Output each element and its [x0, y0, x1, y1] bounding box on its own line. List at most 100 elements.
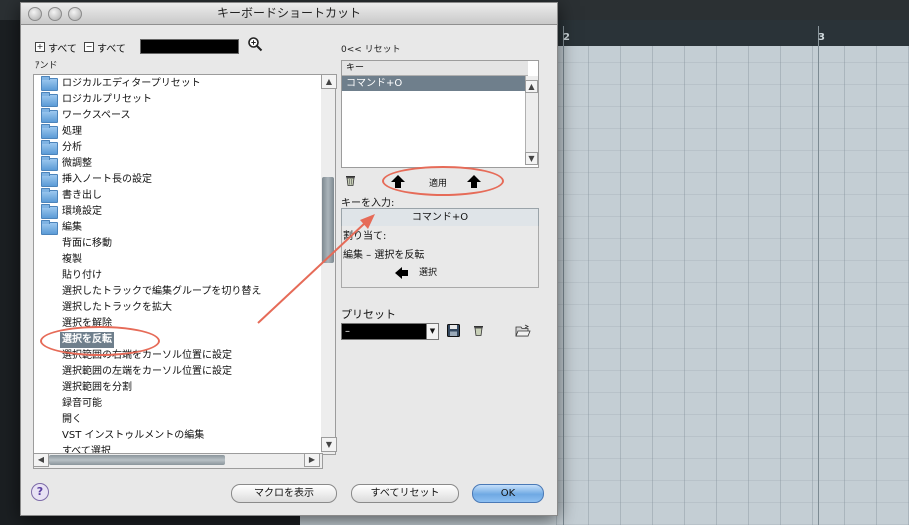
- command-label: 処理: [62, 126, 82, 137]
- key-list-header: キー: [342, 61, 528, 76]
- command-label: 選択したトラックで編集グループを切り替え: [62, 286, 262, 297]
- folder-icon: [41, 204, 58, 219]
- preset-label: プリセット: [341, 308, 396, 321]
- command-tree[interactable]: ロジカルエディタープリセットロジカルプリセット ワークスペース 処理分析微調整挿入ノ…: [33, 74, 323, 469]
- preset-dropdown-arrow-icon[interactable]: ▼: [426, 323, 439, 340]
- select-assigned-arrow-icon[interactable]: [395, 267, 402, 279]
- scroll-up-arrow-icon[interactable]: ▲: [321, 74, 337, 89]
- command-folder[interactable]: 書き出し: [34, 188, 320, 204]
- search-input[interactable]: [140, 39, 239, 54]
- arrange-grid[interactable]: [556, 46, 909, 525]
- command-label: 挿入ノート長の設定: [62, 174, 152, 185]
- key-scroll-down-icon[interactable]: ▼: [525, 152, 538, 165]
- folder-icon: [41, 76, 58, 91]
- command-label: ロジカルプリセット: [62, 94, 152, 105]
- preset-dropdown[interactable]: –: [341, 323, 428, 340]
- scroll-right-arrow-icon[interactable]: ▶: [304, 453, 320, 467]
- key-input-label: キーを入力:: [341, 198, 395, 209]
- command-label: 編集: [62, 222, 82, 233]
- command-folder[interactable]: 微調整: [34, 156, 320, 172]
- folder-icon: [41, 124, 58, 139]
- scroll-left-arrow-icon[interactable]: ◀: [33, 453, 49, 467]
- command-label: 環境設定: [62, 206, 102, 217]
- command-label: 微調整: [62, 158, 92, 169]
- command-item[interactable]: 貼り付け: [34, 268, 320, 284]
- folder-icon: [41, 172, 58, 187]
- command-item[interactable]: VST インストゥルメントの編集: [34, 428, 320, 444]
- expand-all-icon[interactable]: +: [35, 42, 45, 52]
- tree-vertical-scrollbar[interactable]: [321, 74, 336, 455]
- command-label: 背面に移動: [62, 238, 112, 249]
- delete-preset-icon[interactable]: [473, 324, 484, 336]
- command-folder[interactable]: 処理: [34, 124, 320, 140]
- command-item[interactable]: 複製: [34, 252, 320, 268]
- command-label: 選択範囲の左端をカーソル位置に設定: [62, 366, 232, 377]
- select-assigned-label[interactable]: 選択: [419, 265, 437, 278]
- collapse-all-icon[interactable]: −: [84, 42, 94, 52]
- folder-icon: [41, 108, 58, 123]
- command-item[interactable]: 選択したトラックを拡大: [34, 300, 320, 316]
- tree-scroll-thumb[interactable]: [322, 177, 334, 263]
- command-folder[interactable]: ワークスペース: [34, 108, 320, 124]
- command-folder[interactable]: 環境設定: [34, 204, 320, 220]
- highlight-ellipse-apply: [382, 166, 504, 196]
- command-label: 選択範囲を分割: [62, 382, 132, 393]
- bar-line: [563, 46, 564, 525]
- command-item[interactable]: 選択範囲を分割: [34, 380, 320, 396]
- ruler-marker-2: 2: [563, 32, 570, 43]
- ok-button[interactable]: OK: [472, 484, 544, 503]
- key-list-item[interactable]: コマンド+O: [342, 76, 528, 91]
- command-item[interactable]: 録音可能: [34, 396, 320, 412]
- bar-line: [818, 46, 819, 525]
- highlight-ellipse-command: [40, 326, 160, 356]
- save-preset-icon[interactable]: [447, 324, 460, 337]
- keyboard-shortcuts-dialog: キーボードショートカット + すべて − すべて ｱンド ロジカルエディタープリ…: [20, 2, 558, 516]
- command-folder[interactable]: 挿入ノート長の設定: [34, 172, 320, 188]
- command-label: 分析: [62, 142, 82, 153]
- dialog-titlebar[interactable]: キーボードショートカット: [21, 3, 557, 25]
- delete-key-trash-icon[interactable]: [345, 174, 356, 186]
- folder-icon: [41, 156, 58, 171]
- show-macros-button[interactable]: マクロを表示: [231, 484, 337, 503]
- zoom-window-button[interactable]: [68, 7, 82, 21]
- command-label: 選択したトラックを拡大: [62, 302, 172, 313]
- tree-hscroll-thumb[interactable]: [49, 455, 225, 465]
- collapse-all-label[interactable]: すべて: [97, 40, 126, 55]
- key-input-field[interactable]: コマンド+O: [341, 208, 539, 227]
- help-button[interactable]: ?: [31, 483, 49, 501]
- dialog-title: キーボードショートカット: [216, 6, 361, 20]
- folder-icon: [41, 188, 58, 203]
- command-label: 貼り付け: [62, 270, 102, 281]
- minimize-window-button[interactable]: [48, 7, 62, 21]
- assigned-command: 編集 – 選択を反転: [343, 250, 425, 261]
- select-assigned-arrow-stem[interactable]: [402, 270, 408, 276]
- command-label: 書き出し: [62, 190, 102, 201]
- scroll-down-arrow-icon[interactable]: ▼: [321, 437, 337, 452]
- close-window-button[interactable]: [28, 7, 42, 21]
- command-item[interactable]: 開く: [34, 412, 320, 428]
- key-scroll-up-icon[interactable]: ▲: [525, 80, 538, 93]
- folder-icon: [41, 92, 58, 107]
- folder-icon: [41, 220, 58, 235]
- command-folder[interactable]: ロジカルプリセット: [34, 92, 320, 108]
- command-item[interactable]: 選択したトラックで編集グループを切り替え: [34, 284, 320, 300]
- commands-column-header: ｱンド: [35, 61, 58, 71]
- command-label: 録音可能: [62, 398, 102, 409]
- command-label: VST インストゥルメントの編集: [62, 430, 205, 441]
- command-label: 開く: [62, 414, 82, 425]
- reset-all-button[interactable]: すべてリセット: [351, 484, 459, 503]
- command-label: 複製: [62, 254, 82, 265]
- expand-all-label[interactable]: すべて: [48, 40, 77, 55]
- command-folder[interactable]: ロジカルエディタープリセット: [34, 76, 320, 92]
- command-folder[interactable]: 分析: [34, 140, 320, 156]
- command-item[interactable]: 背面に移動: [34, 236, 320, 252]
- command-folder[interactable]: 編集: [34, 220, 320, 236]
- command-label: ワークスペース: [62, 110, 131, 121]
- import-preset-folder-icon[interactable]: [515, 324, 531, 337]
- reset-label[interactable]: 0<< リセット: [341, 42, 401, 55]
- search-icon[interactable]: [247, 36, 263, 52]
- folder-icon: [41, 140, 58, 155]
- command-item[interactable]: 選択範囲の左端をカーソル位置に設定: [34, 364, 320, 380]
- assigned-to-label: 割り当て:: [343, 231, 387, 242]
- timeline-ruler[interactable]: 2 3: [556, 20, 909, 47]
